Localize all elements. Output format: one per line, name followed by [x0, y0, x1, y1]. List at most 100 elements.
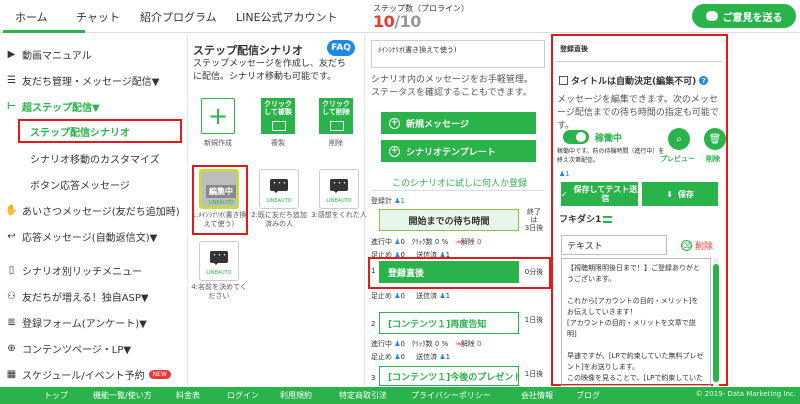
drag-handle-icon[interactable]	[603, 216, 613, 223]
stat-active-value: 0	[400, 238, 405, 246]
delete-message-button[interactable]: 🗑	[704, 128, 726, 150]
checkbox[interactable]	[559, 76, 568, 85]
scrollbar[interactable]	[713, 258, 719, 386]
footer: トップ 機能一覧/使い方 料金表 ログイン 利用規約 特定商取引法 プライバシー…	[0, 387, 800, 404]
step-time: 1日後	[524, 370, 544, 378]
panel-help-text: ステップメッセージを作成し、友だちに配信。シナリオ移動も可能です。	[193, 59, 346, 82]
scenario-card-4[interactable]: LINEAUTO	[199, 241, 239, 281]
reply-icon: ↩	[7, 230, 16, 242]
save-button[interactable]: ⬇ 保存	[642, 182, 718, 206]
sidebar-item-greeting[interactable]: ✋ あいさつメッセージ(友だち追加時)	[0, 200, 186, 220]
sidebar-item-label: コンテンツページ・LP▼	[22, 344, 132, 356]
footer-link-commerce-law[interactable]: 特定商取引法	[339, 390, 387, 401]
step-number: 3	[371, 374, 376, 382]
sidebar-item-content-page[interactable]: ⊕ コンテンツページ・LP▼	[0, 338, 186, 358]
sidebar-item-friends[interactable]: ☰ 友だち管理・メッセージ配信▼	[0, 70, 186, 90]
step-number: 2	[371, 320, 376, 328]
new-message-button[interactable]: + 新規メッセージ	[381, 112, 536, 134]
recipient-count-value: 1	[565, 170, 570, 178]
stat-click-value: 0 %	[434, 340, 449, 348]
step-time: 0分後	[524, 268, 544, 276]
start-wait-box[interactable]: 開始までの待ち時間	[379, 209, 519, 231]
delete-bubble-button[interactable]: ⌫ 削除	[681, 239, 713, 252]
sidebar-item-schedule[interactable]: ▦ スケジュール/イベント予約 NEW	[0, 364, 186, 384]
message-body-textarea[interactable]: 【視聴期限明後日まで！】ご登録ありがとうございます。 これから[アカウントの目的…	[561, 258, 711, 386]
sidebar-item-label: 超ステップ配信▼	[22, 102, 100, 114]
trash-icon: 🗑	[708, 133, 722, 145]
stat-click-label: ｸﾘｯｸ数	[411, 340, 433, 348]
step-item-2[interactable]: [コンテンツ１]再度告知	[379, 312, 519, 334]
stat-active-label: 進行中	[371, 340, 392, 348]
stat-sent-value: 1	[445, 292, 451, 300]
footer-link-terms[interactable]: 利用規約	[280, 390, 312, 401]
top-navigation: ホーム チャット 紹介プログラム LINE公式アカウント ステップ数（プロライン…	[0, 0, 800, 33]
search-icon: ⌕	[676, 133, 682, 145]
title-auto-checkbox[interactable]: タイトルは自動決定(編集不可) ?	[559, 74, 709, 87]
sidebar-item-step-scenario[interactable]: ステップ配信シナリオ	[18, 119, 182, 143]
sidebar-item-super-step[interactable]: ⊢ 超ステップ配信▼	[0, 96, 186, 116]
scenario-card-3[interactable]: LINEAUTO	[319, 169, 359, 209]
stats-row: 足止め ♟0 送信済 ♟1	[371, 352, 450, 362]
preview-button[interactable]: ⌕	[668, 128, 690, 150]
save-and-test-button[interactable]: ✓ 保存してテスト送信	[561, 182, 638, 206]
new-scenario-button[interactable]: +	[201, 98, 235, 134]
sidebar-item-button-reply[interactable]: ボタン応答メッセージ	[0, 174, 186, 194]
form-icon: ≣	[7, 316, 16, 328]
footer-link-blog[interactable]: ブログ	[576, 390, 600, 401]
scenario-panel: ステップ配信シナリオ FAQ ステップメッセージを作成し、友だちに配信。シナリオ…	[189, 34, 367, 386]
tab-chat[interactable]: チャット	[76, 9, 120, 25]
message-title-field[interactable]: 登録直後	[556, 40, 722, 62]
tab-home[interactable]: ホーム	[15, 9, 48, 25]
hand-icon: ✋	[5, 204, 18, 216]
check-circle-icon: ✓	[561, 189, 568, 199]
editing-tag: 編集中	[206, 185, 236, 198]
footer-link-top[interactable]: トップ	[44, 390, 68, 401]
message-type-field[interactable]: テキスト	[561, 235, 667, 255]
sidebar-item-auto-reply[interactable]: ↩ 応答メッセージ(自動返信文)▼	[0, 226, 186, 246]
duplicate-button[interactable]: クリックして複製	[261, 98, 295, 134]
scenario-card-1[interactable]: 編集中 LINEAUTO	[199, 169, 239, 209]
duplicate-label: 複製	[271, 139, 285, 147]
scenario-name-header: ﾒｲﾝｼﾅﾘｵ(書き換えて使う)	[371, 40, 545, 68]
end-days: 3日後	[524, 224, 544, 232]
sidebar-item-form[interactable]: ≣ 登録フォーム(アンケート)▼	[0, 312, 186, 332]
help-icon[interactable]: ?	[699, 76, 709, 85]
footer-link-features[interactable]: 機能一覧/使い方	[93, 390, 152, 401]
button-label: 新規メッセージ	[406, 119, 469, 130]
status-toggle[interactable]	[563, 130, 589, 144]
step-item-1[interactable]: 登録直後	[379, 261, 519, 283]
registered-total: 登録計 ♟1	[371, 196, 405, 206]
users-icon: ☰	[7, 74, 16, 86]
brand-label: LINEAUTO	[326, 198, 352, 204]
step-item-3[interactable]: [コンテンツ１]今後のプレゼント送信計画	[379, 366, 519, 386]
stat-stop-value: 0	[400, 292, 405, 300]
step-count-max: 10	[399, 12, 422, 31]
footer-link-login[interactable]: ログイン	[227, 390, 259, 401]
chat-bubble-icon	[270, 178, 288, 193]
sidebar-item-scenario-move[interactable]: シナリオ移動のカスタマイズ	[0, 148, 186, 168]
sidebar-item-rich-menu[interactable]: ▯ シナリオ別リッチメニュー	[0, 260, 186, 280]
step-number: 1	[371, 267, 376, 275]
scenario-card-2[interactable]: LINEAUTO	[259, 169, 299, 209]
footer-link-privacy[interactable]: プライバシーポリシー	[411, 390, 491, 401]
scenario-template-button[interactable]: + シナリオテンプレート	[381, 140, 536, 162]
delete-scenario-button[interactable]: クリックして削除	[319, 98, 353, 134]
calendar-icon: ▦	[6, 368, 17, 380]
button-label: 保存してテスト送信	[573, 185, 638, 203]
feedback-button[interactable]: ご意見を送る	[692, 4, 796, 28]
step-count: 10/10	[373, 12, 421, 31]
plus-icon: +	[389, 145, 400, 157]
scenario-card-label: 4:名前を決めてください	[191, 283, 247, 300]
new-scenario-label: 新規作成	[204, 139, 232, 147]
footer-link-pricing[interactable]: 料金表	[176, 390, 200, 401]
globe-icon: ⊕	[7, 342, 16, 354]
faq-button[interactable]: FAQ	[327, 40, 355, 56]
footer-link-company[interactable]: 会社情報	[521, 390, 553, 401]
sidebar-item-label: 動画マニュアル	[22, 50, 92, 62]
sidebar-item-video-manual[interactable]: ▶ 動画マニュアル	[0, 44, 186, 64]
button-label: 保存	[677, 189, 694, 199]
tab-referral[interactable]: 紹介プログラム	[140, 9, 217, 25]
sidebar-item-asp[interactable]: ⚇ 友だちが増える！独自ASP▼	[0, 286, 186, 306]
tab-line-official[interactable]: LINE公式アカウント	[236, 9, 338, 25]
test-register-link[interactable]: このシナリオに試しに何人か登録	[392, 176, 527, 189]
